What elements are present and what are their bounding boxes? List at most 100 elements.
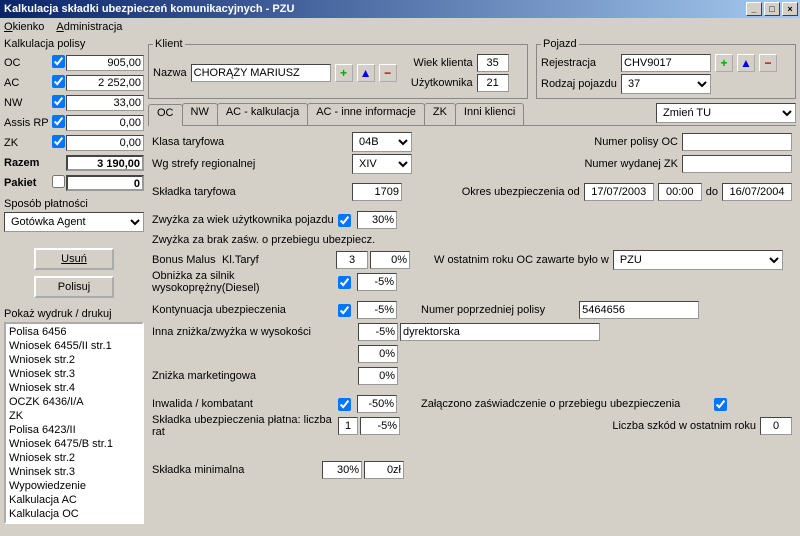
min-pct-input[interactable]	[322, 461, 362, 479]
menu-okienko[interactable]: Okienko	[4, 21, 44, 33]
sposob-select[interactable]: Gotówka Agent	[4, 212, 144, 232]
okres-czas-input[interactable]	[658, 183, 702, 201]
kalkulacja-polisy-label: Kalkulacja polisy	[4, 38, 144, 50]
pojazd-add-icon[interactable]: +	[715, 54, 733, 72]
diesel-input[interactable]	[357, 273, 397, 291]
inw-check[interactable]	[338, 398, 351, 411]
inna-input[interactable]	[358, 323, 398, 341]
kont-check[interactable]	[338, 304, 351, 317]
nw-check[interactable]	[52, 95, 65, 108]
zal-check[interactable]	[714, 398, 727, 411]
zwyzka-wiek-input[interactable]	[357, 211, 397, 229]
okres-do-input[interactable]	[722, 183, 792, 201]
skladka-input[interactable]	[352, 183, 402, 201]
tab-zk[interactable]: ZK	[424, 103, 456, 125]
klient-remove-icon[interactable]: −	[379, 64, 397, 82]
npp-input[interactable]	[579, 301, 699, 319]
tab-ac-inne[interactable]: AC - inne informacje	[307, 103, 425, 125]
nzk-input[interactable]	[682, 155, 792, 173]
strefa-select[interactable]: XIV	[352, 154, 412, 174]
tab-nw[interactable]: NW	[182, 103, 218, 125]
minimize-button[interactable]: _	[746, 2, 762, 16]
min-input[interactable]	[364, 461, 404, 479]
razem-label: Razem	[4, 157, 52, 169]
menu-administracja[interactable]: Administracja	[56, 21, 122, 33]
uzy-label: Użytkownika	[409, 77, 473, 89]
zk-value: 0,00	[66, 135, 144, 151]
pakiet-check[interactable]	[52, 175, 65, 188]
list-item[interactable]: ZK	[7, 409, 141, 423]
pojazd-legend: Pojazd	[541, 38, 579, 50]
rat-n-input[interactable]	[338, 417, 358, 435]
klient-add-icon[interactable]: +	[335, 64, 353, 82]
razem-value: 3 190,00	[66, 155, 144, 171]
szkod-input[interactable]	[760, 417, 792, 435]
bonus-label: Bonus Malus	[152, 254, 222, 266]
tab-inni[interactable]: Inni klienci	[455, 103, 524, 125]
oc-label: OC	[4, 57, 52, 69]
bonus-input[interactable]	[336, 251, 368, 269]
window-title: Kalkulacja składki ubezpieczeń komunikac…	[2, 3, 746, 15]
zm-label: Zniżka marketingowa	[152, 370, 358, 382]
maximize-button[interactable]: □	[764, 2, 780, 16]
list-item[interactable]: Kalkulacja OC	[7, 507, 141, 521]
list-item[interactable]: Wniosek str.4	[7, 381, 141, 395]
inna-txt-input[interactable]	[400, 323, 600, 341]
list-item[interactable]: OCZK 6436/I/A	[7, 395, 141, 409]
list-item[interactable]: Polisa 6423/II	[7, 423, 141, 437]
uzy-input[interactable]	[477, 74, 509, 92]
npp-label: Numer poprzedniej polisy	[421, 304, 545, 316]
list-item[interactable]: Polisa 6456	[7, 325, 141, 339]
pojazd-up-icon[interactable]: ▲	[737, 54, 755, 72]
okres-od-input[interactable]	[584, 183, 654, 201]
print-label: Pokaż wydruk / drukuj	[4, 308, 144, 320]
zmien-tu-select[interactable]: Zmień TU	[656, 103, 796, 123]
rat-label: Składka ubezpieczenia płatna: liczba rat	[152, 414, 338, 438]
ac-label: AC	[4, 77, 52, 89]
oc-check[interactable]	[52, 55, 65, 68]
zm-input[interactable]	[358, 367, 398, 385]
bonus-pct-input[interactable]	[370, 251, 410, 269]
nw-label: NW	[4, 97, 52, 109]
tab-ac-kalkulacja[interactable]: AC - kalkulacja	[217, 103, 308, 125]
klient-up-icon[interactable]: ▲	[357, 64, 375, 82]
list-item[interactable]: Wniosek 6475/B str.1	[7, 437, 141, 451]
kont-input[interactable]	[357, 301, 397, 319]
close-button[interactable]: ×	[782, 2, 798, 16]
print-listbox[interactable]: Polisa 6456Wniosek 6455/II str.1Wniosek …	[4, 322, 144, 524]
assis-label: Assis RP	[4, 117, 52, 129]
list-item[interactable]: Wniosek 6455/II str.1	[7, 339, 141, 353]
ac-check[interactable]	[52, 75, 65, 88]
polisuj-button[interactable]: Polisuj	[34, 276, 114, 298]
tab-oc[interactable]: OC	[148, 104, 183, 126]
list-item[interactable]: Wniosek str.3	[7, 367, 141, 381]
list-item[interactable]: Wniosek str.2	[7, 451, 141, 465]
inna2-input[interactable]	[358, 345, 398, 363]
klient-legend: Klient	[153, 38, 185, 50]
zk-check[interactable]	[52, 135, 65, 148]
list-item[interactable]: Wninsek str.3	[7, 465, 141, 479]
rodzaj-select[interactable]: 37	[621, 74, 711, 94]
inw-input[interactable]	[357, 395, 397, 413]
list-item[interactable]: Wniosek str.2	[7, 353, 141, 367]
list-item[interactable]: Wypowiedzenie	[7, 479, 141, 493]
wiek-input[interactable]	[477, 54, 509, 72]
klasa-label: Klasa taryfowa	[152, 136, 352, 148]
rej-input[interactable]	[621, 54, 711, 72]
inw-label: Inwalida / kombatant	[152, 398, 338, 410]
pojazd-fieldset: Pojazd Rejestracja + ▲ − Rodzaj pojazdu3…	[536, 38, 796, 99]
pojazd-remove-icon[interactable]: −	[759, 54, 777, 72]
nzk-label: Numer wydanej ZK	[568, 158, 678, 170]
npoc-input[interactable]	[682, 133, 792, 151]
diesel-label: Obniżka za silnik wysokoprężny(Diesel)	[152, 270, 338, 294]
assis-check[interactable]	[52, 115, 65, 128]
klasa-select[interactable]: 04B	[352, 132, 412, 152]
zwyzka-wiek-check[interactable]	[338, 214, 351, 227]
diesel-check[interactable]	[338, 276, 351, 289]
nazwa-input[interactable]	[191, 64, 331, 82]
rat-input[interactable]	[360, 417, 400, 435]
usun-button[interactable]: Usuń	[34, 248, 114, 270]
wroku-select[interactable]: PZU	[613, 250, 783, 270]
zwyzka-brak-label: Zwyżka za brak zaśw. o przebiegu ubezpie…	[152, 234, 375, 246]
list-item[interactable]: Kalkulacja AC	[7, 493, 141, 507]
